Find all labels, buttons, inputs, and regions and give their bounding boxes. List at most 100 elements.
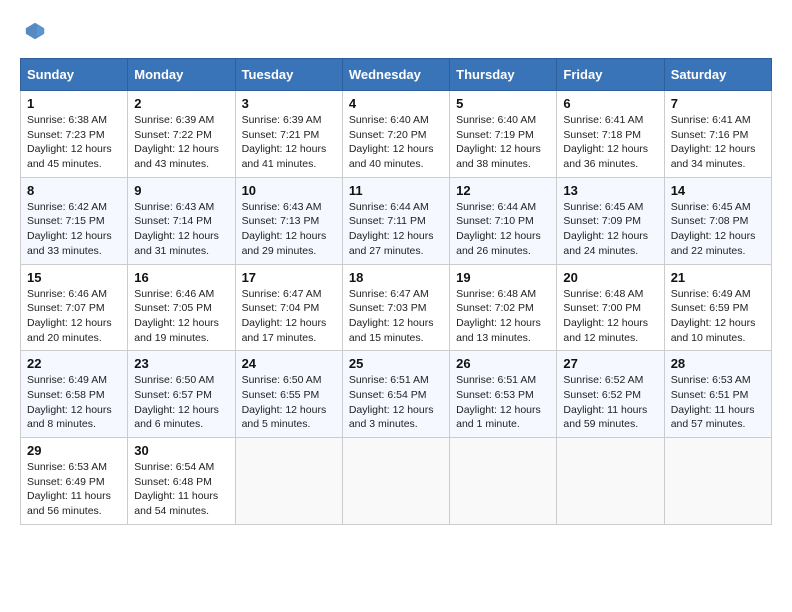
day-number: 28 [671,356,765,371]
day-number: 24 [242,356,336,371]
calendar-cell [664,438,771,525]
day-info: Sunrise: 6:50 AM Sunset: 6:55 PM Dayligh… [242,373,336,432]
day-info: Sunrise: 6:44 AM Sunset: 7:11 PM Dayligh… [349,200,443,259]
calendar-cell: 23 Sunrise: 6:50 AM Sunset: 6:57 PM Dayli… [128,351,235,438]
day-info: Sunrise: 6:47 AM Sunset: 7:04 PM Dayligh… [242,287,336,346]
calendar-week-3: 15 Sunrise: 6:46 AM Sunset: 7:07 PM Dayli… [21,264,772,351]
calendar-week-1: 1 Sunrise: 6:38 AM Sunset: 7:23 PM Daylig… [21,91,772,178]
day-number: 6 [563,96,657,111]
day-info: Sunrise: 6:52 AM Sunset: 6:52 PM Dayligh… [563,373,657,432]
day-info: Sunrise: 6:40 AM Sunset: 7:20 PM Dayligh… [349,113,443,172]
day-info: Sunrise: 6:43 AM Sunset: 7:14 PM Dayligh… [134,200,228,259]
day-number: 13 [563,183,657,198]
calendar-table: SundayMondayTuesdayWednesdayThursdayFrid… [20,58,772,525]
day-info: Sunrise: 6:44 AM Sunset: 7:10 PM Dayligh… [456,200,550,259]
calendar-cell: 4 Sunrise: 6:40 AM Sunset: 7:20 PM Daylig… [342,91,449,178]
calendar-cell: 20Sunrise: 6:48 AM Sunset: 7:00 PM Dayli… [557,264,664,351]
calendar-cell: 21 Sunrise: 6:49 AM Sunset: 6:59 PM Dayli… [664,264,771,351]
day-number: 5 [456,96,550,111]
calendar-cell [235,438,342,525]
calendar-cell: 10 Sunrise: 6:43 AM Sunset: 7:13 PM Dayli… [235,177,342,264]
calendar-cell: 13 Sunrise: 6:45 AM Sunset: 7:09 PM Dayli… [557,177,664,264]
column-header-sunday: Sunday [21,59,128,91]
calendar-cell: 12 Sunrise: 6:44 AM Sunset: 7:10 PM Dayli… [450,177,557,264]
day-number: 21 [671,270,765,285]
day-info: Sunrise: 6:51 AM Sunset: 6:53 PM Dayligh… [456,373,550,432]
calendar-cell: 30 Sunrise: 6:54 AM Sunset: 6:48 PM Dayli… [128,438,235,525]
calendar-cell: 1 Sunrise: 6:38 AM Sunset: 7:23 PM Daylig… [21,91,128,178]
calendar-cell: 25 Sunrise: 6:51 AM Sunset: 6:54 PM Dayli… [342,351,449,438]
calendar-cell: 8Sunrise: 6:42 AM Sunset: 7:15 PM Daylig… [21,177,128,264]
day-info: Sunrise: 6:38 AM Sunset: 7:23 PM Dayligh… [27,113,121,172]
day-number: 8 [27,183,121,198]
calendar-cell: 24 Sunrise: 6:50 AM Sunset: 6:55 PM Dayli… [235,351,342,438]
day-number: 9 [134,183,228,198]
logo-icon [24,20,46,42]
day-info: Sunrise: 6:53 AM Sunset: 6:51 PM Dayligh… [671,373,765,432]
day-info: Sunrise: 6:41 AM Sunset: 7:16 PM Dayligh… [671,113,765,172]
day-info: Sunrise: 6:39 AM Sunset: 7:21 PM Dayligh… [242,113,336,172]
calendar-cell: 28 Sunrise: 6:53 AM Sunset: 6:51 PM Dayli… [664,351,771,438]
day-number: 4 [349,96,443,111]
column-header-tuesday: Tuesday [235,59,342,91]
calendar-cell [450,438,557,525]
day-info: Sunrise: 6:40 AM Sunset: 7:19 PM Dayligh… [456,113,550,172]
day-number: 15 [27,270,121,285]
page-header [20,20,772,42]
calendar-cell: 9 Sunrise: 6:43 AM Sunset: 7:14 PM Daylig… [128,177,235,264]
calendar-cell: 3 Sunrise: 6:39 AM Sunset: 7:21 PM Daylig… [235,91,342,178]
day-info: Sunrise: 6:48 AM Sunset: 7:00 PM Dayligh… [563,287,657,346]
day-info: Sunrise: 6:50 AM Sunset: 6:57 PM Dayligh… [134,373,228,432]
day-info: Sunrise: 6:54 AM Sunset: 6:48 PM Dayligh… [134,460,228,519]
day-info: Sunrise: 6:51 AM Sunset: 6:54 PM Dayligh… [349,373,443,432]
column-header-friday: Friday [557,59,664,91]
calendar-week-2: 8Sunrise: 6:42 AM Sunset: 7:15 PM Daylig… [21,177,772,264]
day-number: 30 [134,443,228,458]
calendar-cell: 2 Sunrise: 6:39 AM Sunset: 7:22 PM Daylig… [128,91,235,178]
day-info: Sunrise: 6:53 AM Sunset: 6:49 PM Dayligh… [27,460,121,519]
calendar-cell: 29 Sunrise: 6:53 AM Sunset: 6:49 PM Dayli… [21,438,128,525]
day-number: 23 [134,356,228,371]
day-number: 17 [242,270,336,285]
day-number: 22 [27,356,121,371]
day-number: 11 [349,183,443,198]
calendar-cell: 11 Sunrise: 6:44 AM Sunset: 7:11 PM Dayli… [342,177,449,264]
day-number: 27 [563,356,657,371]
day-info: Sunrise: 6:47 AM Sunset: 7:03 PM Dayligh… [349,287,443,346]
calendar-cell: 7 Sunrise: 6:41 AM Sunset: 7:16 PM Daylig… [664,91,771,178]
day-info: Sunrise: 6:46 AM Sunset: 7:05 PM Dayligh… [134,287,228,346]
day-number: 12 [456,183,550,198]
calendar-week-5: 29 Sunrise: 6:53 AM Sunset: 6:49 PM Dayli… [21,438,772,525]
column-header-monday: Monday [128,59,235,91]
day-number: 2 [134,96,228,111]
day-info: Sunrise: 6:46 AM Sunset: 7:07 PM Dayligh… [27,287,121,346]
day-info: Sunrise: 6:49 AM Sunset: 6:58 PM Dayligh… [27,373,121,432]
day-number: 1 [27,96,121,111]
day-number: 10 [242,183,336,198]
calendar-cell [557,438,664,525]
column-header-saturday: Saturday [664,59,771,91]
day-info: Sunrise: 6:39 AM Sunset: 7:22 PM Dayligh… [134,113,228,172]
day-info: Sunrise: 6:45 AM Sunset: 7:09 PM Dayligh… [563,200,657,259]
calendar-cell: 19Sunrise: 6:48 AM Sunset: 7:02 PM Dayli… [450,264,557,351]
calendar-cell: 14Sunrise: 6:45 AM Sunset: 7:08 PM Dayli… [664,177,771,264]
day-number: 29 [27,443,121,458]
day-number: 3 [242,96,336,111]
column-header-thursday: Thursday [450,59,557,91]
day-number: 26 [456,356,550,371]
day-number: 19 [456,270,550,285]
day-info: Sunrise: 6:41 AM Sunset: 7:18 PM Dayligh… [563,113,657,172]
day-info: Sunrise: 6:45 AM Sunset: 7:08 PM Dayligh… [671,200,765,259]
calendar-cell: 22 Sunrise: 6:49 AM Sunset: 6:58 PM Dayli… [21,351,128,438]
calendar-week-4: 22 Sunrise: 6:49 AM Sunset: 6:58 PM Dayli… [21,351,772,438]
day-number: 7 [671,96,765,111]
calendar-cell: 15 Sunrise: 6:46 AM Sunset: 7:07 PM Dayli… [21,264,128,351]
calendar-cell: 17 Sunrise: 6:47 AM Sunset: 7:04 PM Dayli… [235,264,342,351]
day-number: 25 [349,356,443,371]
logo [20,20,46,42]
day-number: 18 [349,270,443,285]
day-info: Sunrise: 6:43 AM Sunset: 7:13 PM Dayligh… [242,200,336,259]
day-info: Sunrise: 6:49 AM Sunset: 6:59 PM Dayligh… [671,287,765,346]
calendar-cell: 26 Sunrise: 6:51 AM Sunset: 6:53 PM Dayli… [450,351,557,438]
calendar-cell: 16Sunrise: 6:46 AM Sunset: 7:05 PM Dayli… [128,264,235,351]
